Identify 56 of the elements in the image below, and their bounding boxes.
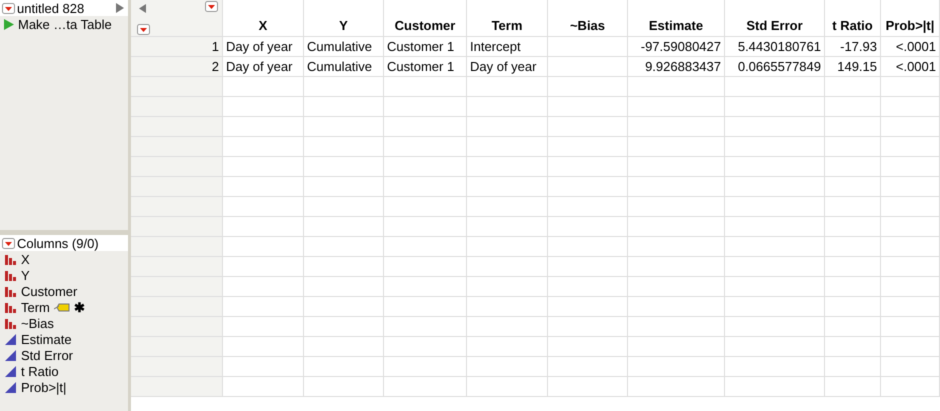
column-name[interactable]: Prob>|t|	[21, 380, 66, 394]
table-cell: 149.15	[825, 57, 881, 77]
column-header[interactable]: X	[223, 0, 304, 37]
table-cell: Customer 1	[384, 37, 467, 57]
column-header[interactable]: Prob>|t|	[881, 0, 940, 37]
column-header[interactable]: t Ratio	[825, 0, 881, 37]
columns-title: Columns (9/0)	[17, 236, 99, 250]
table-cell: <.0001	[881, 37, 940, 57]
column-name[interactable]: Estimate	[21, 332, 72, 346]
column-header[interactable]: ~Bias	[548, 0, 628, 37]
bar-chart-icon	[4, 285, 17, 297]
table-cell: Day of year	[467, 57, 548, 77]
table-cell: 0.0665577849	[725, 57, 825, 77]
column-name[interactable]: X	[21, 252, 30, 266]
table-cell: Day of year	[223, 57, 304, 77]
script-item[interactable]: Make …ta Table	[18, 16, 112, 32]
triangle-icon	[4, 365, 17, 377]
row-number: 1	[131, 37, 223, 57]
table-name: untitled 828	[17, 0, 84, 16]
triangle-icon	[4, 349, 17, 361]
bar-chart-icon	[4, 317, 17, 329]
column-header[interactable]: Std Error	[725, 0, 825, 37]
column-header[interactable]: Y	[304, 0, 384, 37]
table-cell: -17.93	[825, 37, 881, 57]
column-name[interactable]: Customer	[21, 284, 78, 298]
bar-chart-icon	[4, 269, 17, 281]
table-cell: Customer 1	[384, 57, 467, 77]
column-name[interactable]: Y	[21, 268, 30, 282]
column-header[interactable]: Estimate	[628, 0, 725, 37]
row-number: 2	[131, 57, 223, 77]
column-header[interactable]: Customer	[384, 0, 467, 37]
table-cell: Cumulative	[304, 37, 384, 57]
table-cell: 9.926883437	[628, 57, 725, 77]
column-name[interactable]: Std Error	[21, 348, 74, 362]
dropdown-icon[interactable]	[137, 24, 150, 35]
column-name[interactable]: Term	[21, 300, 50, 314]
column-name[interactable]: ~Bias	[21, 316, 54, 330]
table-cell: Day of year	[223, 37, 304, 57]
triangle-icon	[4, 381, 17, 393]
column-name[interactable]: t Ratio	[21, 364, 59, 378]
table-cell: <.0001	[881, 57, 940, 77]
dropdown-icon[interactable]	[2, 238, 15, 248]
dropdown-icon[interactable]	[2, 2, 15, 14]
bar-chart-icon	[4, 301, 17, 313]
play-icon[interactable]	[4, 18, 14, 30]
table-cell: Cumulative	[304, 57, 384, 77]
column-header[interactable]: Term	[467, 0, 548, 37]
dropdown-icon[interactable]	[205, 1, 218, 12]
expand-icon[interactable]	[116, 3, 124, 13]
table-cell: -97.59080427	[628, 37, 725, 57]
asterisk: ✱	[74, 300, 85, 314]
bar-chart-icon	[4, 253, 17, 265]
collapse-icon[interactable]	[139, 4, 146, 13]
table-cell: 5.4430180761	[725, 37, 825, 57]
triangle-icon	[4, 333, 17, 345]
table-cell: Intercept	[467, 37, 548, 57]
